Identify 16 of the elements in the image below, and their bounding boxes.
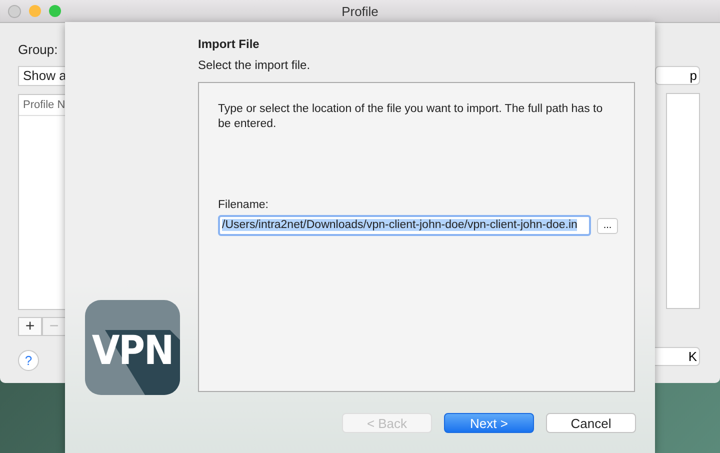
add-button[interactable]: + — [18, 317, 42, 336]
vpn-logo-icon: VPN — [85, 300, 180, 395]
browse-button[interactable]: ... — [597, 218, 618, 234]
sheet-subtitle: Select the import file. — [198, 58, 310, 72]
window-title: Profile — [340, 4, 380, 18]
group-label: Group: — [18, 42, 58, 59]
dialog-button[interactable]: Cancel — [546, 413, 636, 433]
instructions-text: Type or select the location of the file you want to import. The full path has to be entered. — [218, 102, 604, 132]
close-icon[interactable] — [8, 4, 21, 18]
filename-field[interactable]: /Users/intra2net/Downloads/vpn-client-john-doe/vpn-client-john-doe.in — [218, 215, 591, 236]
filename-label: Filename: — [218, 199, 268, 211]
sheet-title: Import File — [198, 37, 260, 51]
zoom-icon[interactable] — [49, 4, 61, 16]
help-button[interactable]: ? — [18, 350, 39, 371]
minimize-icon[interactable] — [29, 4, 41, 16]
group-button[interactable]: p — [655, 66, 700, 85]
